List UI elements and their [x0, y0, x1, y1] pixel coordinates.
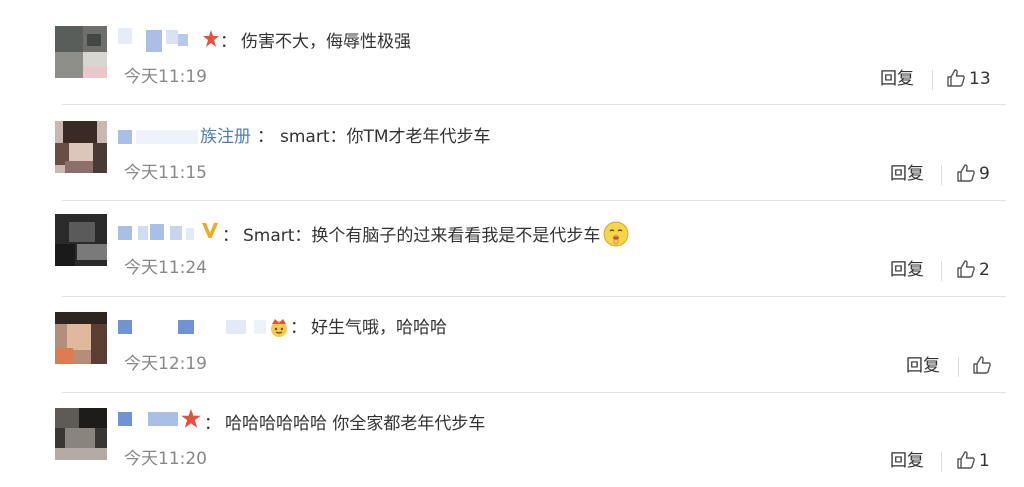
comment-text: 族注册 ： smart：你TM才老年代步车 — [200, 125, 491, 149]
comment-item: ：伤害不大，侮辱性极强 今天11:19 回复 13 — [0, 0, 1024, 95]
divider — [941, 452, 942, 472]
timestamp: 今天11:19 — [124, 67, 207, 87]
separator: ： — [220, 32, 237, 52]
username-tail[interactable]: 族注册 — [200, 127, 251, 147]
comment-item: ：哈哈哈哈哈哈 你全家都老年代步车 今天11:20 回复 1 — [0, 382, 1024, 477]
username-blurred[interactable] — [118, 126, 208, 150]
comment-body: 哈哈哈哈哈哈 你全家都老年代步车 — [225, 414, 486, 434]
shushing-face-emoji-icon — [603, 221, 629, 247]
comment-text: ： Smart：换个有脑子的过来看看我是不是代步车 — [222, 220, 630, 248]
timestamp: 今天11:15 — [124, 163, 207, 183]
separator: ： — [257, 127, 274, 147]
comment-body: 好生气哦，哈哈哈 — [311, 318, 447, 338]
like-button[interactable]: 2 — [956, 259, 990, 283]
username-blurred[interactable] — [118, 320, 268, 344]
like-count: 1 — [979, 451, 990, 471]
crown-emoji-icon — [271, 319, 287, 337]
avatar[interactable] — [55, 26, 107, 78]
avatar[interactable] — [55, 214, 107, 266]
red-star-badge-icon — [181, 409, 201, 428]
like-button[interactable]: 13 — [946, 68, 991, 92]
avatar[interactable] — [55, 408, 107, 460]
avatar[interactable] — [55, 312, 107, 364]
comment-list: ：伤害不大，侮辱性极强 今天11:19 回复 13 族注册： smart：你TM才… — [0, 0, 1024, 487]
divider — [941, 165, 942, 185]
like-button[interactable]: 9 — [956, 163, 990, 187]
thumbs-up-icon — [957, 164, 975, 182]
comment-body: smart：你TM才老年代步车 — [280, 127, 491, 147]
avatar[interactable] — [55, 121, 107, 173]
comment-item: ：好生气哦，哈哈哈 今天12:19 回复 — [0, 286, 1024, 381]
comment-body: 伤害不大，侮辱性极强 — [241, 32, 411, 52]
thumbs-up-icon — [957, 260, 975, 278]
reply-button[interactable]: 回复 — [880, 68, 914, 90]
separator: ： — [204, 414, 221, 434]
reply-button[interactable]: 回复 — [890, 450, 924, 472]
like-count: 2 — [979, 260, 990, 280]
reply-button[interactable]: 回复 — [906, 355, 940, 377]
divider — [958, 357, 959, 377]
like-button[interactable]: 1 — [956, 450, 990, 474]
like-count: 9 — [979, 164, 990, 184]
divider — [941, 261, 942, 281]
thumbs-up-icon — [957, 451, 975, 469]
separator: ： — [290, 318, 307, 338]
username-blurred[interactable] — [118, 224, 204, 248]
timestamp: 今天11:20 — [124, 449, 207, 469]
comment-text: ：哈哈哈哈哈哈 你全家都老年代步车 — [204, 412, 485, 436]
timestamp: 今天12:19 — [124, 354, 207, 374]
verified-v-icon — [202, 223, 218, 238]
like-button[interactable] — [972, 355, 995, 379]
thumbs-up-icon — [947, 69, 965, 87]
divider — [932, 70, 933, 90]
separator: ： — [222, 226, 239, 246]
comment-text: ：好生气哦，哈哈哈 — [290, 316, 447, 340]
comment-body: Smart：换个有脑子的过来看看我是不是代步车 — [243, 226, 601, 246]
timestamp: 今天11:24 — [124, 258, 207, 278]
red-star-badge-icon — [203, 30, 219, 47]
comment-text: ：伤害不大，侮辱性极强 — [220, 30, 411, 54]
thumbs-up-icon — [973, 356, 991, 374]
comment-item: ： Smart：换个有脑子的过来看看我是不是代步车 今天11:24 回复 2 — [0, 190, 1024, 285]
reply-button[interactable]: 回复 — [890, 163, 924, 185]
like-count: 13 — [969, 69, 991, 89]
comment-item: 族注册 ： smart：你TM才老年代步车 今天11:15 回复 9 — [0, 95, 1024, 190]
reply-button[interactable]: 回复 — [890, 259, 924, 281]
